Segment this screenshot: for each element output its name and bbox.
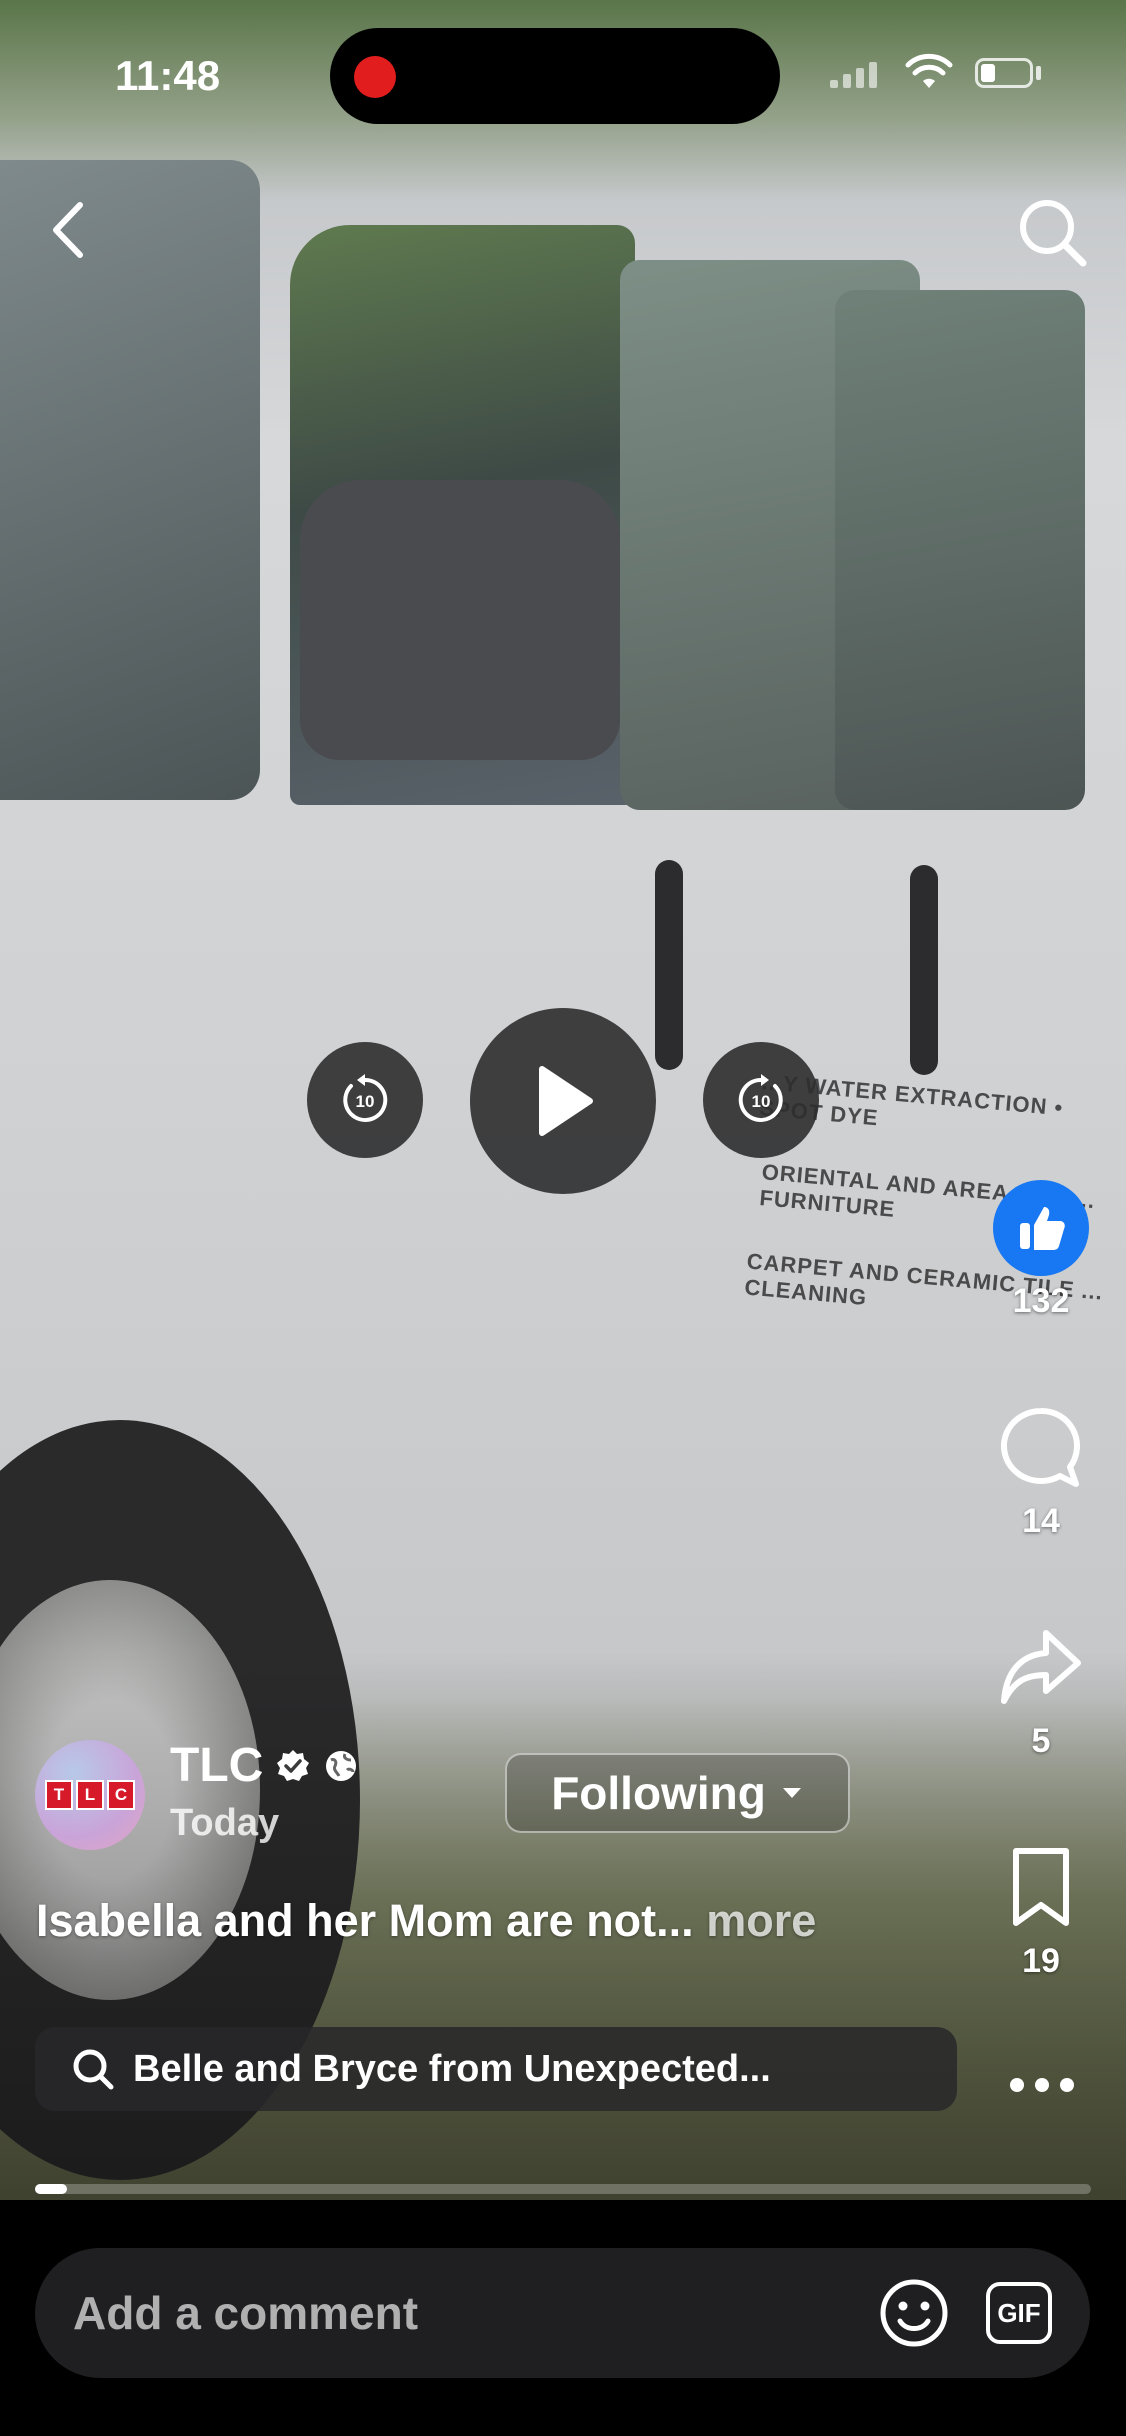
comment-bubble-icon [1001, 1407, 1080, 1487]
recording-indicator-icon [354, 56, 396, 98]
like-count: 132 [1012, 1282, 1070, 1320]
status-time: 11:48 [115, 52, 221, 99]
following-button[interactable]: Following [505, 1753, 850, 1833]
cellular-signal-icon [830, 62, 877, 88]
avatar[interactable]: TLC [35, 1740, 145, 1850]
like-button[interactable]: 132 [980, 1180, 1102, 1321]
van-rear-window [835, 290, 1085, 810]
related-search-chip[interactable]: Belle and Bryce from Unexpected... [35, 2027, 957, 2111]
post-timestamp: Today [170, 1802, 280, 1844]
globe-icon [326, 1750, 357, 1781]
tlc-logo: TLC [45, 1780, 135, 1810]
van-door-handle [910, 865, 938, 1075]
forward-icon: 10 [738, 1074, 783, 1122]
share-arrow-icon [1001, 1630, 1081, 1704]
comment-count: 14 [1022, 1502, 1060, 1540]
emoji-icon[interactable] [878, 2277, 950, 2349]
van-mirror [300, 480, 620, 760]
video-progress-bar[interactable] [35, 2184, 1091, 2194]
comment-input[interactable]: Add a comment GIF [35, 2248, 1090, 2378]
comment-placeholder: Add a comment [73, 2287, 419, 2339]
dynamic-island [330, 28, 780, 124]
post-caption[interactable]: Isabella and her Mom are not... more [36, 1895, 816, 1947]
page-name[interactable]: TLC [170, 1738, 359, 1793]
search-icon [73, 2049, 114, 2090]
play-icon [539, 1066, 593, 1136]
wifi-icon [905, 53, 953, 88]
chevron-down-icon [782, 1788, 801, 1798]
verified-badge-icon [277, 1749, 310, 1781]
share-count: 5 [1031, 1722, 1051, 1760]
battery-icon [975, 58, 1033, 88]
following-label: Following [551, 1767, 766, 1819]
forward-seconds: 10 [752, 1092, 771, 1111]
comment-bar: Add a comment GIF [0, 2200, 1126, 2436]
bookmark-icon [1013, 1848, 1069, 1926]
status-bar: 11:48 [0, 0, 1126, 150]
back-chevron-icon[interactable] [40, 195, 100, 265]
page-name-text[interactable]: TLC [170, 1738, 263, 1793]
van-door-handle [655, 860, 683, 1070]
thumbs-up-icon [993, 1180, 1089, 1276]
play-button[interactable] [470, 1008, 656, 1194]
rewind-10-button[interactable]: 10 [307, 1042, 423, 1158]
share-button[interactable]: 5 [980, 1625, 1102, 1761]
caption-more-link[interactable]: more [706, 1895, 816, 1946]
gif-button[interactable]: GIF [986, 2282, 1052, 2344]
video-progress-fill [35, 2184, 67, 2194]
caption-text: Isabella and her Mom are not... [36, 1895, 694, 1946]
save-count: 19 [1022, 1942, 1060, 1980]
forward-10-button[interactable]: 10 [703, 1042, 819, 1158]
rewind-icon: 10 [343, 1074, 388, 1122]
rewind-seconds: 10 [356, 1092, 375, 1111]
more-options-icon[interactable] [1010, 2070, 1074, 2100]
battery-cap [1036, 66, 1041, 80]
comment-button[interactable]: 14 [980, 1405, 1102, 1541]
van-front-window [0, 160, 260, 800]
search-icon[interactable] [1015, 195, 1090, 270]
save-button[interactable]: 19 [980, 1845, 1102, 1981]
related-search-text: Belle and Bryce from Unexpected... [133, 2047, 771, 2090]
